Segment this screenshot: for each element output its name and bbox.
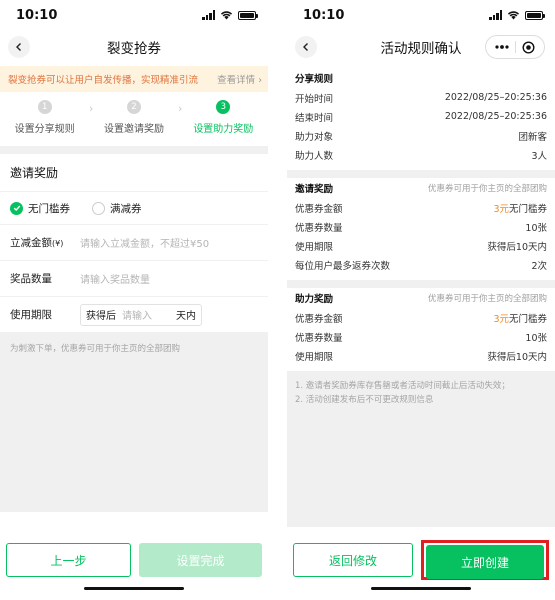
status-bar: 10:10 — [287, 0, 555, 30]
hint-area: 为刺激下单，优惠券可用于你主页的全部团购 — [0, 332, 268, 512]
chevron-right-icon: › — [178, 102, 183, 115]
more-dots-icon[interactable] — [495, 45, 509, 49]
invite-reward-title: 邀请奖励 — [295, 184, 334, 195]
wifi-icon — [220, 11, 233, 20]
back-button[interactable] — [295, 36, 317, 58]
quantity-row: 奖品数量 请输入奖品数量 — [0, 260, 268, 296]
step-2: 2 设置邀请奖励 — [89, 100, 178, 135]
amount-input[interactable]: 请输入立减金额，不超过¥50 — [80, 235, 209, 250]
radio-no-threshold-label: 无门槛券 — [28, 202, 70, 215]
radio-unchecked-icon — [92, 201, 105, 215]
rule-row: 优惠券金额 3元无门槛券 — [295, 203, 547, 215]
bottom-action-bar: 上一步 设置完成 — [0, 540, 268, 580]
rule-row: 每位用户最多返券次数 2次 — [295, 260, 547, 272]
step-3-label: 设置助力奖励 — [193, 124, 254, 135]
notes-area: 1. 邀请者奖励券库存售罄或者活动时间截止后活动失效； 2. 活动创建发布后不可… — [287, 371, 555, 527]
home-indicator — [371, 587, 471, 590]
step-indicator: 1 设置分享规则 › 2 设置邀请奖励 › 3 设置助力奖励 — [0, 92, 268, 146]
quantity-input[interactable]: 请输入奖品数量 — [80, 271, 150, 286]
amount-label: 立减金额 — [10, 237, 52, 249]
page-title: 裂变抢券 — [107, 41, 161, 57]
period-suffix: 天内 — [176, 311, 196, 322]
coupon-type: 无门槛券 — [508, 313, 547, 325]
phone-screen-confirm: 10:10 活动规则确认 分享规则 开始时间 2022/08/25–20:25:3… — [287, 0, 555, 600]
coupon-type: 无门槛券 — [508, 203, 547, 215]
amount-unit: (¥) — [52, 239, 64, 248]
battery-icon — [238, 10, 258, 20]
note-line: 2. 活动创建发布后不可更改规则信息 — [295, 395, 434, 405]
step-2-number: 2 — [126, 100, 141, 114]
step-3: 3 设置助力奖励 — [179, 100, 268, 135]
radio-full-reduction-label: 满减券 — [110, 202, 142, 215]
back-button[interactable] — [8, 36, 30, 58]
quantity-label: 奖品数量 — [10, 273, 52, 285]
radio-full-reduction[interactable]: 满减券 — [92, 201, 142, 216]
notice-more-link[interactable]: 查看详情 › — [217, 72, 262, 86]
coupon-amount: 3元 — [493, 313, 509, 325]
signal-icon — [489, 10, 502, 20]
period-row: 使用期限 获得后 请输入 天内 — [0, 296, 268, 332]
wifi-icon — [507, 11, 520, 20]
invite-reward-note: 优惠券可用于你主页的全部团购 — [427, 184, 547, 194]
notice-banner: 裂变抢券可以让用户自发传播，实现精准引流 查看详情 › — [0, 66, 268, 92]
status-bar: 10:10 — [0, 0, 268, 30]
period-prefix: 获得后 — [86, 311, 116, 322]
assist-reward-title: 助力奖励 — [295, 294, 334, 305]
battery-icon — [525, 10, 545, 20]
rule-row: 助力人数 3人 — [295, 150, 547, 162]
radio-no-threshold[interactable]: 无门槛券 — [10, 201, 70, 216]
chevron-left-icon — [303, 43, 308, 51]
period-input-box[interactable]: 获得后 请输入 天内 — [80, 303, 202, 326]
nav-bar: 活动规则确认 — [287, 30, 555, 64]
rule-row: 优惠券金额 3元无门槛券 — [295, 313, 547, 325]
step-1-label: 设置分享规则 — [14, 124, 75, 135]
bottom-action-bar: 返回修改 立即创建 — [287, 540, 555, 580]
period-input[interactable]: 请输入 — [122, 307, 170, 322]
rule-row: 使用期限 获得后10天内 — [295, 241, 547, 253]
step-1: 1 设置分享规则 — [0, 100, 89, 135]
notice-text: 裂变抢券可以让用户自发传播，实现精准引流 — [8, 75, 199, 86]
rule-row: 优惠券数量 10张 — [295, 332, 547, 344]
check-icon — [13, 205, 20, 211]
rule-row: 开始时间 2022/08/25–20:25:36 — [295, 92, 547, 105]
rule-row: 使用期限 获得后10天内 — [295, 351, 547, 363]
share-rules-title: 分享规则 — [295, 74, 334, 85]
status-time: 10:10 — [16, 7, 58, 23]
assist-reward-section: 助力奖励 优惠券可用于你主页的全部团购 优惠券金额 3元无门槛券 优惠券数量 10张… — [287, 288, 555, 371]
mini-program-capsule — [485, 35, 545, 59]
nav-bar: 裂变抢券 — [0, 30, 268, 64]
rule-row: 结束时间 2022/08/25–20:25:36 — [295, 111, 547, 124]
coupon-type-group: 无门槛券 满减券 — [0, 192, 268, 224]
chevron-left-icon — [16, 43, 21, 51]
back-to-edit-button[interactable]: 返回修改 — [293, 543, 413, 577]
radio-checked-icon — [10, 201, 23, 215]
signal-icon — [202, 10, 215, 20]
page-title: 活动规则确认 — [380, 41, 462, 57]
note-line: 1. 邀请者奖励券库存售罄或者活动时间截止后活动失效； — [295, 381, 510, 391]
finish-setup-button[interactable]: 设置完成 — [139, 543, 262, 577]
home-indicator — [84, 587, 184, 590]
chevron-right-icon: › — [89, 102, 94, 115]
create-now-button[interactable]: 立即创建 — [426, 545, 544, 579]
status-time: 10:10 — [303, 7, 345, 23]
assist-reward-note: 优惠券可用于你主页的全部团购 — [427, 294, 547, 304]
step-3-number: 3 — [216, 100, 231, 114]
rule-row: 助力对象 团新客 — [295, 131, 547, 143]
invite-reward-section: 邀请奖励 优惠券可用于你主页的全部团购 优惠券金额 3元无门槛券 优惠券数量 10张… — [287, 178, 555, 280]
amount-row: 立减金额(¥) 请输入立减金额，不超过¥50 — [0, 224, 268, 260]
prev-step-button[interactable]: 上一步 — [6, 543, 131, 577]
share-rules-section: 分享规则 开始时间 2022/08/25–20:25:36 结束时间 2022/08… — [287, 68, 555, 170]
coupon-amount: 3元 — [493, 203, 509, 215]
step-2-label: 设置邀请奖励 — [103, 124, 164, 135]
target-close-icon[interactable] — [522, 40, 535, 54]
rule-row: 优惠券数量 10张 — [295, 222, 547, 234]
step-1-number: 1 — [37, 100, 52, 114]
phone-screen-setup: 10:10 裂变抢券 裂变抢券可以让用户自发传播，实现精准引流 查看详情 › 1… — [0, 0, 268, 600]
section-title-invite-reward: 邀请奖励 — [0, 154, 268, 192]
period-label: 使用期限 — [10, 309, 52, 321]
hint-text: 为刺激下单，优惠券可用于你主页的全部团购 — [10, 344, 181, 354]
create-button-highlight: 立即创建 — [421, 540, 549, 580]
